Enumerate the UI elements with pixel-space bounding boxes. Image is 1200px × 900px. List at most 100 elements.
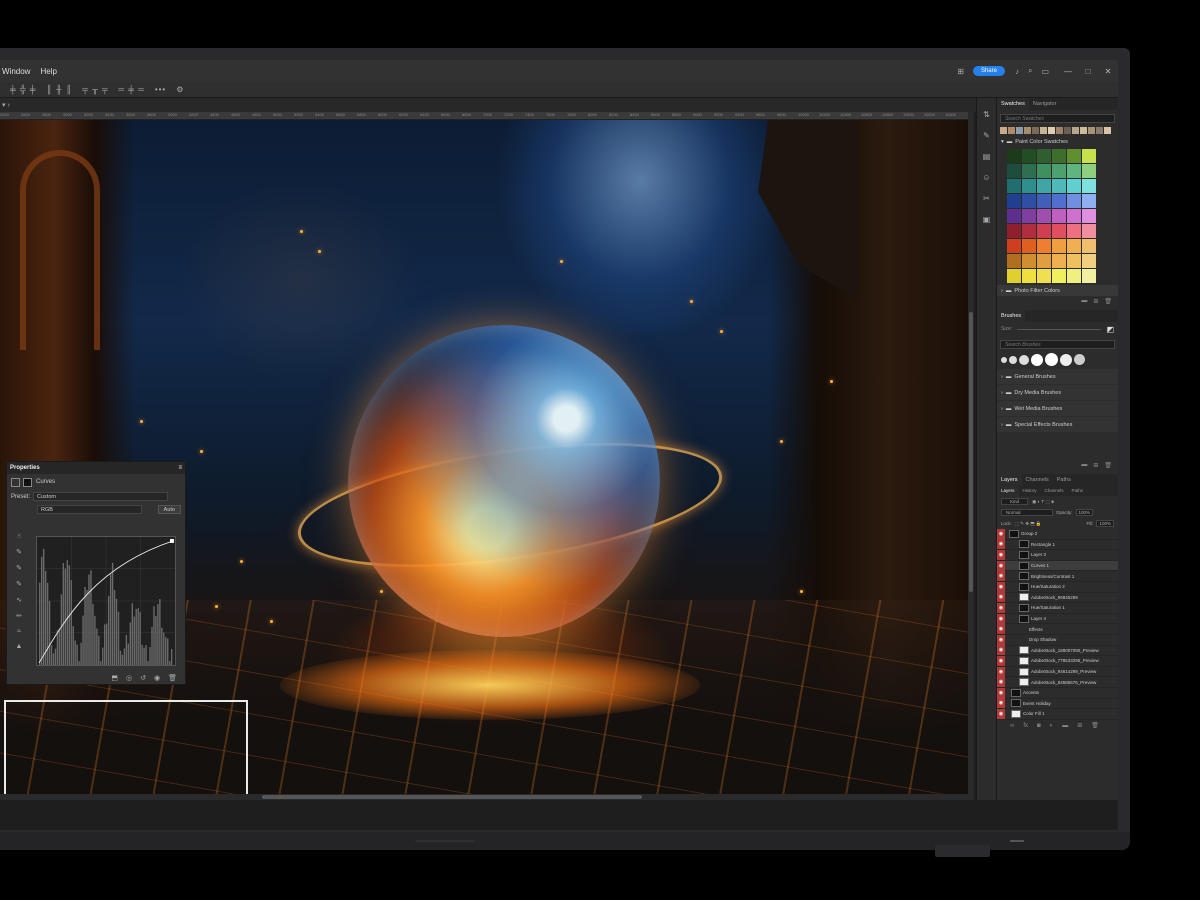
visibility-eye-icon[interactable]: ◉: [997, 708, 1005, 719]
new-layer-icon[interactable]: ⊞: [1077, 722, 1082, 729]
swatch[interactable]: [1082, 269, 1096, 283]
swatch[interactable]: [1064, 127, 1071, 134]
swatch[interactable]: [1052, 194, 1066, 208]
swatch[interactable]: [1082, 164, 1096, 178]
curve-point-icon[interactable]: ∿: [16, 596, 22, 604]
share-button[interactable]: Share: [972, 66, 1005, 76]
more-icon[interactable]: •••: [155, 85, 166, 94]
layer-row[interactable]: ◉ Layer 3: [997, 549, 1118, 561]
channel-dropdown[interactable]: RGB: [37, 505, 142, 514]
visibility-eye-icon[interactable]: ◉: [997, 602, 1005, 613]
brush-folder[interactable]: › ▬ Wet Media Brushes: [997, 401, 1118, 416]
brush-settings-icon[interactable]: ◩: [1106, 325, 1114, 334]
layer-row[interactable]: ◉ Group 2: [997, 528, 1118, 540]
visibility-eye-icon[interactable]: ◉: [997, 645, 1005, 656]
swatch[interactable]: [1022, 254, 1036, 268]
swatch[interactable]: [1052, 239, 1066, 253]
swatch[interactable]: [1048, 127, 1055, 134]
clipping-warning-icon[interactable]: ▲: [16, 643, 23, 650]
visibility-eye-icon[interactable]: ◉: [997, 624, 1005, 635]
layer-row[interactable]: ◉ Layer 4: [997, 613, 1118, 625]
layer-row[interactable]: ◉ Drop Shadow: [997, 634, 1118, 646]
brush-preset[interactable]: [1009, 355, 1017, 364]
brush-preset[interactable]: [1019, 354, 1029, 365]
curves-graph[interactable]: [36, 536, 176, 666]
smooth-icon[interactable]: ≈: [17, 628, 21, 635]
visibility-eye-icon[interactable]: ◉: [997, 539, 1005, 550]
swatch[interactable]: [1052, 269, 1066, 283]
swatch[interactable]: [1052, 164, 1066, 178]
swatch[interactable]: [1037, 254, 1051, 268]
brush-preset[interactable]: [1045, 353, 1058, 366]
swatch[interactable]: [1007, 239, 1021, 253]
visibility-eye-icon[interactable]: ◉: [997, 592, 1005, 603]
new-group-icon[interactable]: ▬: [1081, 462, 1087, 468]
swatch[interactable]: [1052, 149, 1066, 163]
swatch[interactable]: [1007, 269, 1021, 283]
layer-row[interactable]: ◉ Color Fill 1: [997, 708, 1118, 720]
swatch[interactable]: [1007, 254, 1021, 268]
horizontal-scrollbar[interactable]: [0, 794, 968, 800]
menu-help[interactable]: Help: [40, 67, 56, 76]
tab-channels[interactable]: Channels: [1022, 474, 1053, 486]
swatch[interactable]: [1024, 127, 1031, 134]
tab-paths[interactable]: Paths: [1053, 474, 1075, 486]
swatch[interactable]: [1082, 209, 1096, 223]
swatch[interactable]: [1037, 149, 1051, 163]
layers-icon[interactable]: ▤: [983, 152, 991, 161]
maximize-button[interactable]: □: [1078, 67, 1098, 76]
link-icon[interactable]: ∞: [1010, 723, 1014, 729]
trash-icon[interactable]: 🗑: [1091, 722, 1099, 729]
preset-dropdown[interactable]: Custom: [33, 492, 169, 501]
tab-brushes[interactable]: Brushes: [997, 310, 1026, 322]
mask-icon[interactable]: [23, 477, 32, 487]
fill-field[interactable]: 100%: [1096, 520, 1114, 527]
swatch[interactable]: [1082, 254, 1096, 268]
visibility-eye-icon[interactable]: ◉: [997, 549, 1005, 560]
swatch[interactable]: [1022, 269, 1036, 283]
gray-eyedropper-icon[interactable]: ✎: [16, 564, 22, 572]
view-previous-icon[interactable]: ◎: [126, 674, 132, 682]
brush-preset[interactable]: [1001, 356, 1007, 363]
layer-row[interactable]: ◉ Accents: [997, 687, 1118, 699]
swatch[interactable]: [1082, 194, 1096, 208]
swatch[interactable]: [1067, 269, 1081, 283]
layer-row[interactable]: ◉ AdobeStock_84585676_Preview: [997, 677, 1118, 688]
swatch[interactable]: [1080, 127, 1087, 134]
swatch[interactable]: [1008, 127, 1015, 134]
new-swatch-icon[interactable]: ⊞: [1093, 298, 1098, 305]
swatch[interactable]: [1104, 127, 1111, 134]
folder-photo-filter-colors[interactable]: › ▬ Photo Filter Colors: [997, 285, 1118, 296]
filter-kind-dropdown[interactable]: Kind: [1001, 498, 1029, 505]
search-icon[interactable]: ⌕: [1028, 66, 1032, 76]
brush-preset[interactable]: [1031, 353, 1043, 366]
opacity-field[interactable]: 100%: [1075, 509, 1094, 516]
layer-row[interactable]: ◉ Hue/Saturation 2: [997, 581, 1118, 593]
auto-button[interactable]: Auto: [157, 505, 181, 514]
close-button[interactable]: ✕: [1098, 67, 1118, 76]
bell-icon[interactable]: ♪: [1015, 67, 1019, 76]
visibility-eye-icon[interactable]: ◉: [997, 666, 1005, 677]
swatch[interactable]: [1007, 194, 1021, 208]
swatch[interactable]: [1067, 224, 1081, 238]
swatch[interactable]: [1082, 224, 1096, 238]
lock-icons[interactable]: ⬚ ✎ ✥ ⬒ 🔒: [1015, 521, 1042, 527]
visibility-eye-icon[interactable]: ◉: [997, 687, 1005, 698]
brush-folder[interactable]: › ▬ Special Effects Brushes: [997, 417, 1118, 432]
brush-preset[interactable]: [1074, 354, 1085, 365]
tab-layers[interactable]: Layers: [997, 474, 1022, 486]
layer-row[interactable]: ◉ AdobeStock_94614299_Preview: [997, 666, 1118, 678]
white-eyedropper-icon[interactable]: ✎: [16, 580, 22, 588]
trash-icon[interactable]: 🗑: [1104, 298, 1112, 305]
subtab-paths[interactable]: Paths: [1068, 486, 1088, 496]
swatch[interactable]: [1022, 194, 1036, 208]
clip-to-layer-icon[interactable]: ⬒: [111, 674, 118, 682]
layer-row[interactable]: ◉ Event Holiday: [997, 698, 1118, 710]
brush-icon[interactable]: ✎: [983, 131, 990, 140]
swatch[interactable]: [1067, 254, 1081, 268]
swatch[interactable]: [1022, 224, 1036, 238]
swatch[interactable]: [1052, 209, 1066, 223]
swatch[interactable]: [1052, 254, 1066, 268]
swatch[interactable]: [1082, 179, 1096, 193]
layer-row[interactable]: ◉ Brightness/Contrast 1: [997, 571, 1118, 582]
